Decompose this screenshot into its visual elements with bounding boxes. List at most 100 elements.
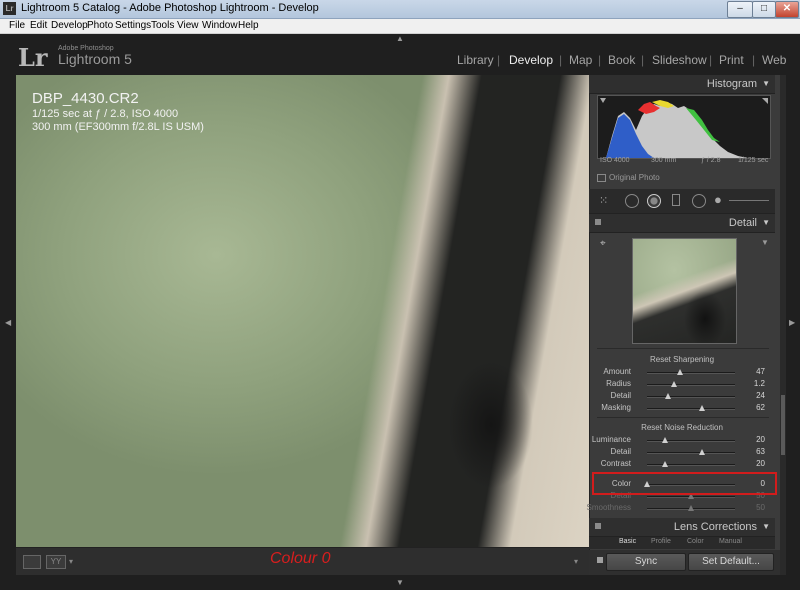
set-default-button[interactable]: Set Default... bbox=[688, 553, 774, 571]
right-panel-toggle-icon[interactable]: ▶ bbox=[789, 318, 795, 327]
slider-track[interactable] bbox=[647, 464, 735, 466]
tab-basic[interactable]: Basic bbox=[619, 538, 636, 545]
module-web[interactable]: Web bbox=[762, 53, 786, 67]
collapse-triangle-icon[interactable]: ▼ bbox=[762, 522, 770, 531]
module-print[interactable]: Print bbox=[719, 53, 744, 67]
slider-smoothness[interactable]: Smoothness 50 bbox=[587, 503, 775, 515]
slider-knob[interactable] bbox=[665, 393, 672, 399]
lens-corrections-label: Lens Corrections bbox=[673, 521, 757, 533]
photo-canvas[interactable] bbox=[16, 75, 589, 547]
slider-value[interactable]: 50 bbox=[756, 503, 765, 512]
histogram-shutter: 1/125 sec bbox=[738, 157, 769, 164]
auto-sync-toggle-icon[interactable] bbox=[597, 557, 603, 563]
detail-target-icon[interactable]: ⌖ bbox=[600, 238, 606, 249]
tab-manual[interactable]: Manual bbox=[719, 538, 742, 545]
slider-knob[interactable] bbox=[698, 405, 705, 411]
close-button[interactable]: ✕ bbox=[775, 1, 799, 18]
left-panel-toggle-icon[interactable]: ◀ bbox=[5, 318, 11, 327]
original-photo-label: Original Photo bbox=[609, 173, 660, 182]
preview-expand-icon[interactable]: ▼ bbox=[761, 238, 769, 247]
slider-knob[interactable] bbox=[661, 461, 668, 467]
module-library[interactable]: Library bbox=[457, 53, 494, 67]
minimize-button[interactable]: – bbox=[727, 1, 753, 18]
menu-view[interactable]: View bbox=[177, 20, 199, 31]
detail-label: Detail bbox=[728, 217, 757, 229]
slider-value[interactable]: 62 bbox=[756, 403, 765, 412]
slider-value[interactable]: 47 bbox=[756, 367, 765, 376]
detail-preview-image[interactable] bbox=[632, 238, 737, 344]
slider-knob[interactable] bbox=[676, 369, 683, 375]
slider-detail[interactable]: Detail 63 bbox=[589, 447, 775, 459]
reset-noise-reduction-button[interactable]: Reset Noise Reduction bbox=[589, 423, 775, 432]
slider-label: Detail bbox=[610, 447, 631, 456]
filmstrip-toggle-icon[interactable]: ▼ bbox=[396, 578, 404, 587]
slider-track[interactable] bbox=[647, 452, 735, 454]
menu-develop[interactable]: Develop bbox=[51, 20, 88, 31]
spot-removal-icon[interactable] bbox=[625, 194, 639, 208]
panel-toggle-icon[interactable] bbox=[595, 219, 601, 225]
reset-sharpening-button[interactable]: Reset Sharpening bbox=[589, 355, 775, 364]
module-separator: | bbox=[497, 53, 501, 67]
slider-value[interactable]: 20 bbox=[756, 459, 765, 468]
slider-masking[interactable]: Masking 62 bbox=[589, 403, 775, 415]
adjustment-brush-icon[interactable]: ● bbox=[714, 192, 722, 207]
maximize-button[interactable]: □ bbox=[752, 1, 776, 18]
slider-radius[interactable]: Radius 1.2 bbox=[589, 379, 775, 391]
tab-color[interactable]: Color bbox=[687, 538, 704, 545]
collapse-triangle-icon[interactable]: ▼ bbox=[762, 79, 770, 88]
module-map[interactable]: Map bbox=[569, 53, 592, 67]
slider-knob[interactable] bbox=[699, 449, 706, 455]
panel-toggle-icon[interactable] bbox=[595, 523, 601, 529]
slider-track[interactable] bbox=[647, 372, 735, 374]
slider-value[interactable]: 24 bbox=[756, 391, 765, 400]
menu-file[interactable]: File bbox=[9, 20, 25, 31]
menu-window[interactable]: Window bbox=[202, 20, 238, 31]
slider-amount[interactable]: Amount 47 bbox=[589, 367, 775, 379]
red-eye-icon[interactable] bbox=[647, 194, 661, 208]
slider-track[interactable] bbox=[647, 384, 735, 386]
slider-value[interactable]: 1.2 bbox=[754, 379, 765, 388]
divider bbox=[597, 417, 769, 418]
slider-track[interactable] bbox=[647, 396, 735, 398]
module-slideshow[interactable]: Slideshow bbox=[652, 53, 707, 67]
tab-profile[interactable]: Profile bbox=[651, 538, 671, 545]
crop-overlay-icon[interactable]: ⁙ bbox=[599, 194, 608, 207]
collapse-triangle-icon[interactable]: ▼ bbox=[762, 218, 770, 227]
brush-slider-track[interactable] bbox=[729, 200, 769, 201]
menu-edit[interactable]: Edit bbox=[30, 20, 47, 31]
module-develop[interactable]: Develop bbox=[509, 53, 553, 67]
slider-knob[interactable] bbox=[688, 505, 694, 511]
module-book[interactable]: Book bbox=[608, 53, 635, 67]
slider-knob[interactable] bbox=[671, 381, 678, 387]
menu-tools[interactable]: Tools bbox=[151, 20, 174, 31]
slider-value[interactable]: 20 bbox=[756, 435, 765, 444]
menu-settings[interactable]: Settings bbox=[115, 20, 151, 31]
lens-corrections-panel-header[interactable]: Lens Corrections ▼ bbox=[589, 518, 775, 537]
before-after-button[interactable]: YY bbox=[46, 555, 66, 569]
slider-detail[interactable]: Detail 24 bbox=[589, 391, 775, 403]
histogram-graph[interactable] bbox=[597, 95, 771, 159]
detail-panel-header[interactable]: Detail ▼ bbox=[589, 214, 775, 233]
slider-track[interactable] bbox=[647, 408, 735, 410]
slider-knob[interactable] bbox=[661, 437, 668, 443]
original-photo-toggle[interactable]: Original Photo bbox=[597, 173, 660, 182]
top-panel-toggle-icon[interactable]: ▲ bbox=[396, 34, 404, 43]
module-separator: | bbox=[752, 53, 756, 67]
scrollbar-thumb[interactable] bbox=[781, 395, 785, 455]
menu-help[interactable]: Help bbox=[238, 20, 259, 31]
graduated-filter-icon[interactable] bbox=[672, 194, 680, 206]
histogram-panel-header[interactable]: Histogram ▼ bbox=[589, 75, 775, 94]
brand-name: Lightroom 5 bbox=[58, 51, 132, 67]
window-title: Lightroom 5 Catalog - Adobe Photoshop Li… bbox=[21, 2, 319, 14]
toolbar-options-caret-icon[interactable]: ▾ bbox=[574, 557, 578, 566]
menu-photo[interactable]: Photo bbox=[87, 20, 113, 31]
loupe-view-icon[interactable] bbox=[23, 555, 41, 569]
radial-filter-icon[interactable] bbox=[692, 194, 706, 208]
before-after-caret-icon[interactable]: ▾ bbox=[69, 557, 73, 566]
slider-contrast[interactable]: Contrast 20 bbox=[589, 459, 775, 471]
title-bar: Lr Lightroom 5 Catalog - Adobe Photoshop… bbox=[0, 0, 800, 19]
slider-luminance[interactable]: Luminance 20 bbox=[589, 435, 775, 447]
slider-track[interactable] bbox=[647, 440, 735, 442]
sync-button[interactable]: Sync bbox=[606, 553, 686, 571]
slider-value[interactable]: 63 bbox=[756, 447, 765, 456]
